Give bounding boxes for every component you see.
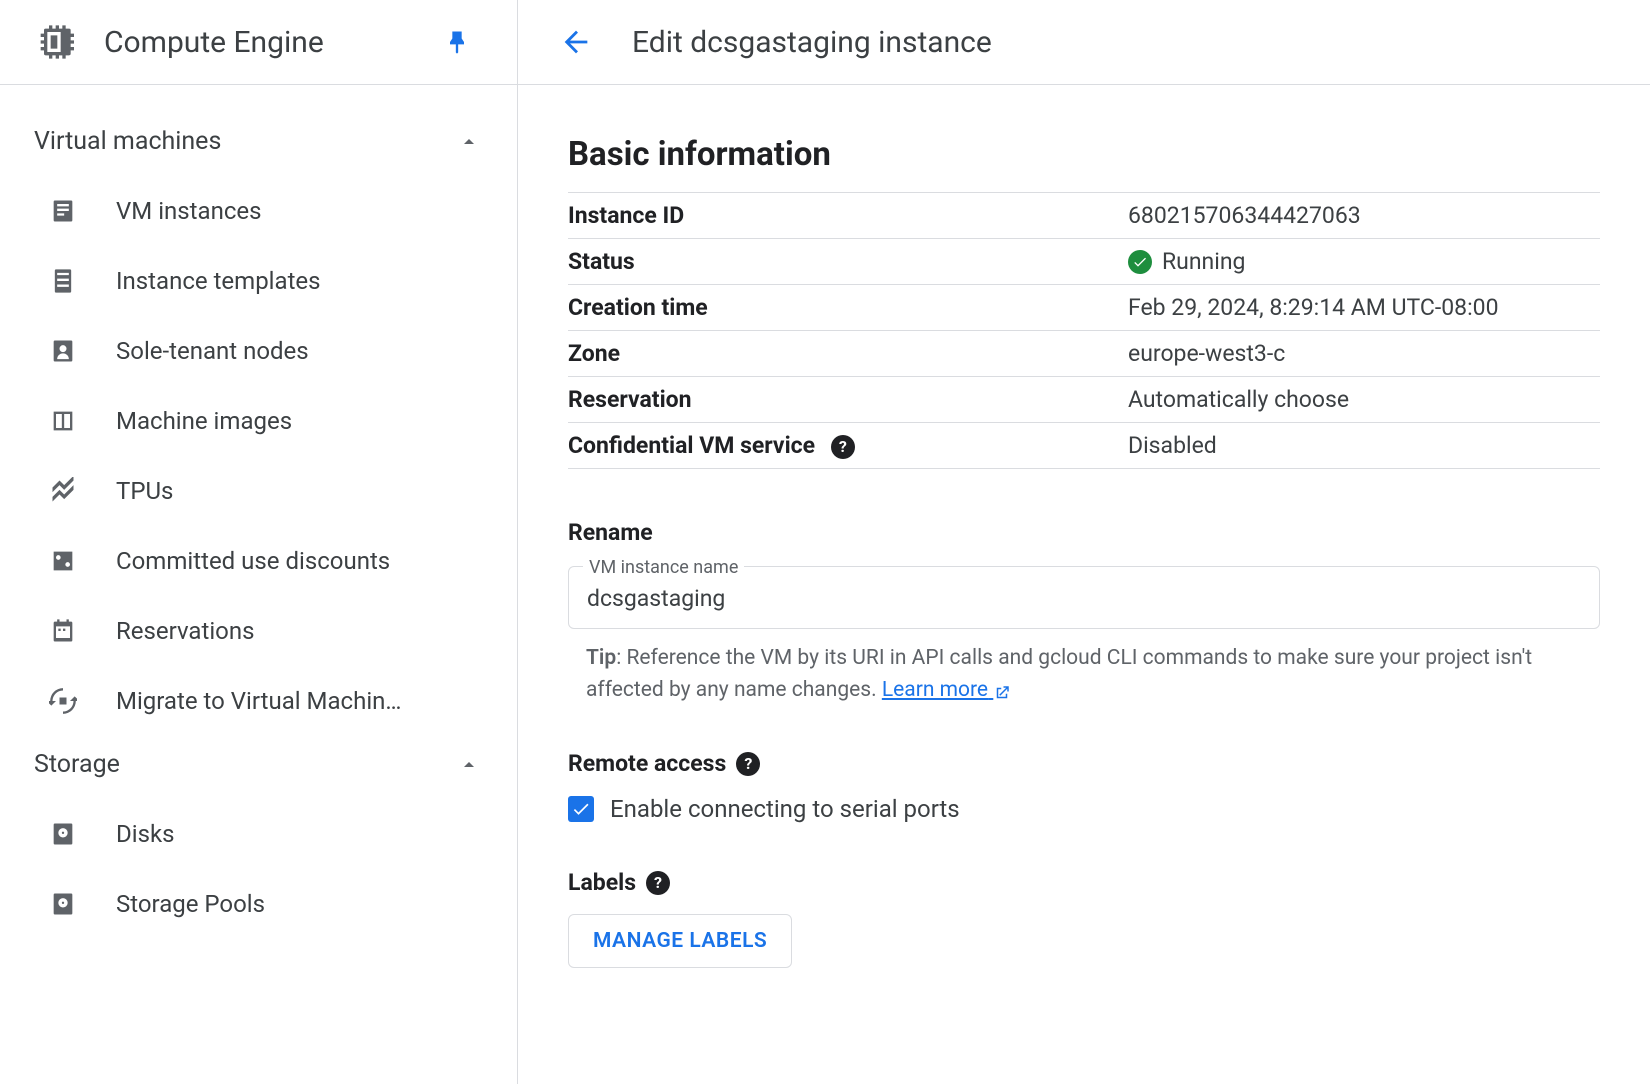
migrate-icon [48,686,78,716]
table-row: Instance ID 680215706344427063 [568,193,1600,239]
sidebar-item-label: VM instances [116,197,262,225]
manage-labels-button[interactable]: MANAGE LABELS [568,914,792,968]
disk-icon [48,889,78,919]
sidebar-group-title: Storage [34,750,120,779]
table-row: Creation time Feb 29, 2024, 8:29:14 AM U… [568,285,1600,331]
serial-ports-row: Enable connecting to serial ports [568,795,1600,823]
main-body: Basic information Instance ID 6802157063… [518,85,1650,1008]
info-key: Confidential VM service ? [568,423,1128,469]
rename-tip: Tip: Reference the VM by its URI in API … [568,643,1600,706]
sidebar-item-label: Instance templates [116,267,321,295]
sidebar-item-tpus[interactable]: TPUs [0,456,517,526]
info-key: Instance ID [568,193,1128,239]
info-value: Disabled [1128,423,1600,469]
back-button[interactable] [556,22,596,62]
sidebar-item-sole-tenant[interactable]: Sole-tenant nodes [0,316,517,386]
info-value: 680215706344427063 [1128,193,1600,239]
help-icon[interactable]: ? [646,871,670,895]
sidebar-item-instance-templates[interactable]: Instance templates [0,246,517,316]
info-key: Creation time [568,285,1128,331]
help-icon[interactable]: ? [736,752,760,776]
table-row: Reservation Automatically choose [568,377,1600,423]
sidebar-group-virtual-machines[interactable]: Virtual machines [0,113,517,176]
vm-name-input[interactable] [587,585,1581,612]
sidebar-item-label: Migrate to Virtual Machin… [116,687,401,715]
sidebar-header: Compute Engine [0,0,517,85]
main-panel: Edit dcsgastaging instance Basic informa… [518,0,1650,1084]
sidebar-item-vm-instances[interactable]: VM instances [0,176,517,246]
sidebar-item-storage-pools[interactable]: Storage Pools [0,869,517,939]
vm-icon [48,196,78,226]
sidebar-item-machine-images[interactable]: Machine images [0,386,517,456]
product-title: Compute Engine [104,25,409,60]
main-header: Edit dcsgastaging instance [518,0,1650,85]
info-value: europe-west3-c [1128,331,1600,377]
table-row: Confidential VM service ? Disabled [568,423,1600,469]
chevron-up-icon [457,753,481,777]
info-value: Automatically choose [1128,377,1600,423]
info-value: Running [1128,239,1600,285]
compute-engine-icon [34,22,74,62]
table-row: Zone europe-west3-c [568,331,1600,377]
remote-access-heading: Remote access ? [568,750,1600,777]
learn-more-link[interactable]: Learn more [882,678,1011,702]
external-link-icon [993,681,1011,699]
info-value: Feb 29, 2024, 8:29:14 AM UTC-08:00 [1128,285,1600,331]
vm-name-field[interactable]: VM instance name [568,566,1600,629]
sidebar-item-label: Sole-tenant nodes [116,337,309,365]
tenant-icon [48,336,78,366]
sidebar-item-label: Disks [116,820,175,848]
info-key: Reservation [568,377,1128,423]
sidebar-group-title: Virtual machines [34,127,221,156]
labels-title: Labels [568,869,636,896]
chevron-up-icon [457,130,481,154]
status-running-icon [1128,250,1152,274]
sidebar-item-committed-use[interactable]: Committed use discounts [0,526,517,596]
serial-ports-checkbox[interactable] [568,796,594,822]
help-icon[interactable]: ? [831,435,855,459]
tpu-icon [48,476,78,506]
disk-icon [48,819,78,849]
serial-ports-label: Enable connecting to serial ports [610,795,960,823]
sidebar-item-label: Committed use discounts [116,547,390,575]
sidebar-item-label: Storage Pools [116,890,265,918]
sidebar-item-migrate[interactable]: Migrate to Virtual Machin… [0,666,517,736]
sidebar: Compute Engine Virtual machines VM insta… [0,0,518,1084]
table-row: Status Running [568,239,1600,285]
page-title: Edit dcsgastaging instance [632,25,992,60]
section-title: Basic information [568,135,1600,174]
labels-heading: Labels ? [568,869,1600,896]
pin-button[interactable] [439,24,475,60]
basic-info-table: Instance ID 680215706344427063 Status Ru… [568,192,1600,469]
sidebar-item-label: Reservations [116,617,255,645]
sidebar-group-storage[interactable]: Storage [0,736,517,799]
sidebar-item-label: TPUs [116,477,173,505]
rename-title: Rename [568,519,1600,546]
info-key: Status [568,239,1128,285]
remote-access-title: Remote access [568,750,726,777]
template-icon [48,266,78,296]
sidebar-item-disks[interactable]: Disks [0,799,517,869]
reservation-icon [48,616,78,646]
vm-name-label: VM instance name [583,557,744,578]
machine-image-icon [48,406,78,436]
sidebar-content: Virtual machines VM instances Instance t… [0,85,517,1084]
sidebar-item-reservations[interactable]: Reservations [0,596,517,666]
sidebar-item-label: Machine images [116,407,292,435]
status-text: Running [1162,248,1245,275]
discount-icon [48,546,78,576]
info-key: Zone [568,331,1128,377]
